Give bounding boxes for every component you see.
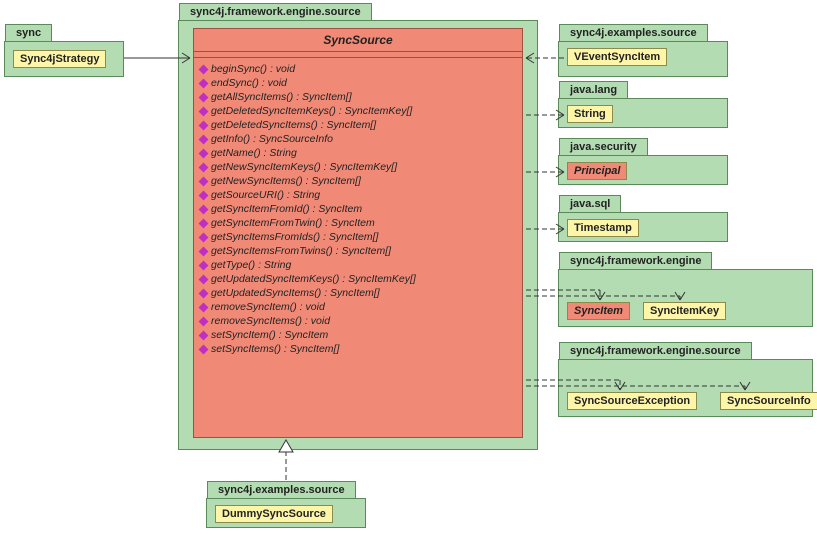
method-item: endSync() : void [200, 76, 516, 90]
method-signature: getUpdatedSyncItemKeys() : SyncItemKey[] [211, 273, 416, 285]
method-signature: getDeletedSyncItems() : SyncItem[] [211, 119, 376, 131]
method-signature: getSyncItemFromTwin() : SyncItem [211, 217, 375, 229]
class-dummysyncsource[interactable]: DummySyncSource [215, 505, 333, 523]
diamond-icon [199, 162, 209, 172]
class-timestamp[interactable]: Timestamp [567, 219, 639, 237]
package-java-lang: java.langString [558, 98, 728, 128]
method-signature: getNewSyncItemKeys() : SyncItemKey[] [211, 161, 397, 173]
diamond-icon [199, 330, 209, 340]
method-item: removeSyncItems() : void [200, 314, 516, 328]
method-signature: getDeletedSyncItemKeys() : SyncItemKey[] [211, 105, 412, 117]
method-item: getNewSyncItemKeys() : SyncItemKey[] [200, 160, 516, 174]
diamond-icon [199, 344, 209, 354]
method-item: getSourceURI() : String [200, 188, 516, 202]
package-sync: sync Sync4jStrategy [4, 41, 124, 77]
method-item: getDeletedSyncItemKeys() : SyncItemKey[] [200, 104, 516, 118]
diamond-icon [199, 232, 209, 242]
method-signature: getSyncItemFromId() : SyncItem [211, 203, 362, 215]
package-sync4j-framework-engine-source: sync4j.framework.engine.sourceSyncSource… [558, 359, 813, 417]
method-item: setSyncItems() : SyncItem[] [200, 342, 516, 356]
method-item: getNewSyncItems() : SyncItem[] [200, 174, 516, 188]
method-signature: removeSyncItems() : void [211, 315, 330, 327]
method-signature: getAllSyncItems() : SyncItem[] [211, 91, 352, 103]
diamond-icon [199, 316, 209, 326]
diamond-icon [199, 106, 209, 116]
package-tab: sync4j.examples.source [559, 24, 708, 41]
method-signature: getSourceURI() : String [211, 189, 320, 201]
package-tab: sync4j.framework.engine.source [559, 342, 752, 359]
method-item: getUpdatedSyncItemKeys() : SyncItemKey[] [200, 272, 516, 286]
method-signature: getUpdatedSyncItems() : SyncItem[] [211, 287, 380, 299]
method-signature: endSync() : void [211, 77, 287, 89]
method-item: removeSyncItem() : void [200, 300, 516, 314]
diamond-icon [199, 134, 209, 144]
class-syncsourceexception[interactable]: SyncSourceException [567, 392, 697, 410]
class-sync4jstrategy[interactable]: Sync4jStrategy [13, 50, 106, 68]
class-syncitem[interactable]: SyncItem [567, 302, 630, 320]
class-veventsyncitem[interactable]: VEventSyncItem [567, 48, 667, 66]
method-item: getSyncItemsFromTwins() : SyncItem[] [200, 244, 516, 258]
package-sync4j-framework-engine: sync4j.framework.engineSyncItemSyncItemK… [558, 269, 813, 327]
diamond-icon [199, 78, 209, 88]
package-tab: java.lang [559, 81, 628, 98]
method-signature: setSyncItems() : SyncItem[] [211, 343, 339, 355]
diamond-icon [199, 302, 209, 312]
diamond-icon [199, 148, 209, 158]
method-item: getUpdatedSyncItems() : SyncItem[] [200, 286, 516, 300]
package-java-sql: java.sqlTimestamp [558, 212, 728, 242]
method-signature: getInfo() : SyncSourceInfo [211, 133, 333, 145]
diamond-icon [199, 176, 209, 186]
diamond-icon [199, 288, 209, 298]
method-signature: setSyncItem() : SyncItem [211, 329, 328, 341]
class-title: SyncSource [194, 29, 522, 52]
method-item: getName() : String [200, 146, 516, 160]
method-item: getSyncItemFromTwin() : SyncItem [200, 216, 516, 230]
package-sync-tab: sync [5, 24, 52, 41]
package-tab: sync4j.framework.engine [559, 252, 712, 269]
method-item: getInfo() : SyncSourceInfo [200, 132, 516, 146]
diamond-icon [199, 120, 209, 130]
package-sync4j-examples-source: sync4j.examples.sourceVEventSyncItem [558, 41, 728, 77]
diamond-icon [199, 64, 209, 74]
class-string[interactable]: String [567, 105, 613, 123]
method-signature: getSyncItemsFromIds() : SyncItem[] [211, 231, 378, 243]
method-item: getSyncItemFromId() : SyncItem [200, 202, 516, 216]
class-principal[interactable]: Principal [567, 162, 627, 180]
method-signature: removeSyncItem() : void [211, 301, 325, 313]
diamond-icon [199, 218, 209, 228]
package-tab: java.security [559, 138, 648, 155]
diamond-icon [199, 274, 209, 284]
method-item: getType() : String [200, 258, 516, 272]
class-syncsource[interactable]: SyncSource beginSync() : void endSync() :… [193, 28, 523, 438]
method-item: getAllSyncItems() : SyncItem[] [200, 90, 516, 104]
method-list: beginSync() : void endSync() : void getAll… [194, 58, 522, 360]
class-syncsourceinfo[interactable]: SyncSourceInfo [720, 392, 817, 410]
diamond-icon [199, 204, 209, 214]
diamond-icon [199, 92, 209, 102]
method-item: getDeletedSyncItems() : SyncItem[] [200, 118, 516, 132]
method-signature: getNewSyncItems() : SyncItem[] [211, 175, 361, 187]
package-tab: java.sql [559, 195, 621, 212]
package-java-security: java.securityPrincipal [558, 155, 728, 185]
method-item: setSyncItem() : SyncItem [200, 328, 516, 342]
method-signature: beginSync() : void [211, 63, 295, 75]
package-main-tab: sync4j.framework.engine.source [179, 3, 372, 20]
diamond-icon [199, 260, 209, 270]
diamond-icon [199, 246, 209, 256]
method-item: beginSync() : void [200, 62, 516, 76]
method-item: getSyncItemsFromIds() : SyncItem[] [200, 230, 516, 244]
package-examples-bottom: sync4j.examples.source DummySyncSource [206, 498, 366, 528]
diamond-icon [199, 190, 209, 200]
class-syncitemkey[interactable]: SyncItemKey [643, 302, 726, 320]
method-signature: getSyncItemsFromTwins() : SyncItem[] [211, 245, 391, 257]
method-signature: getType() : String [211, 259, 291, 271]
package-examples-bottom-tab: sync4j.examples.source [207, 481, 356, 498]
method-signature: getName() : String [211, 147, 297, 159]
